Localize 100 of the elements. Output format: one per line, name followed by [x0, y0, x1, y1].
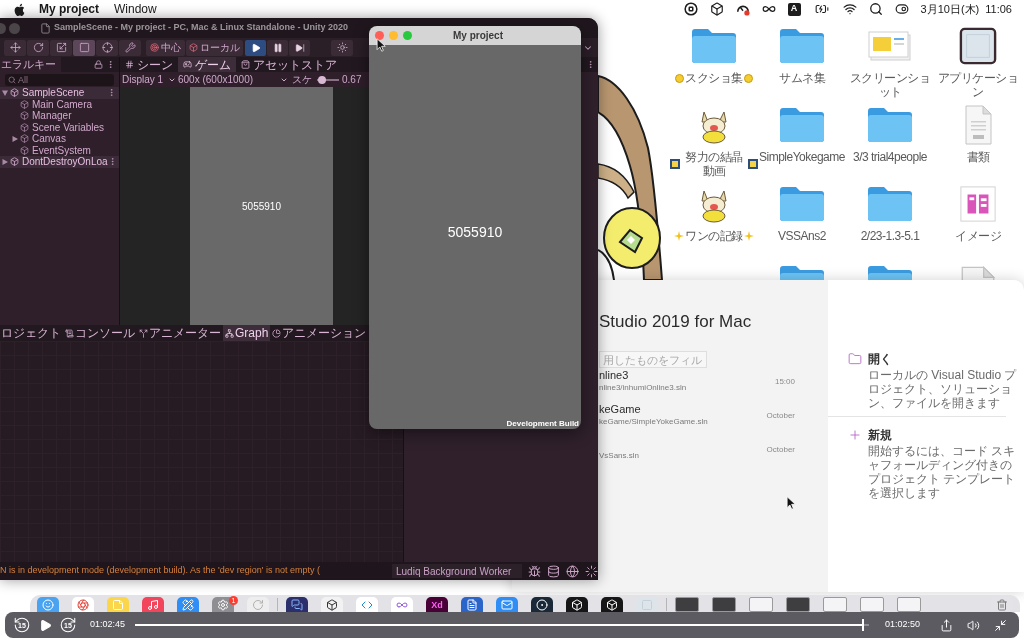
window-thumbnail[interactable]	[786, 597, 810, 612]
folder-icon[interactable]	[780, 29, 824, 63]
window-thumbnail[interactable]	[675, 597, 699, 612]
database-icon[interactable]	[547, 564, 560, 578]
panel-tab[interactable]: アニメーター	[137, 325, 223, 341]
toggles-icon[interactable]	[894, 2, 909, 16]
search-field[interactable]: All	[5, 73, 114, 86]
hierarchy-item[interactable]: Main Camera	[10, 98, 93, 110]
step-button[interactable]	[289, 39, 310, 56]
framed-tile-icon[interactable]	[959, 27, 997, 65]
window-thumbnail[interactable]	[860, 597, 884, 612]
cube-app-icon[interactable]	[321, 597, 343, 612]
gear-app-icon[interactable]	[212, 597, 234, 612]
play-icon[interactable]	[39, 618, 52, 632]
infinity-app-icon[interactable]	[391, 597, 413, 612]
bug-icon[interactable]	[528, 564, 541, 578]
pause-button[interactable]	[267, 39, 288, 56]
clock-text[interactable]: 11:06	[985, 0, 1012, 18]
panel-tab[interactable]: アセットストア	[236, 57, 342, 72]
panel-tab[interactable]: ロジェクト	[0, 325, 63, 341]
disclosure-triangle-icon[interactable]	[2, 89, 8, 96]
project-name[interactable]: nline3	[599, 369, 629, 382]
document-app-icon[interactable]	[461, 597, 483, 612]
globe-icon[interactable]	[566, 564, 579, 578]
knob-app-icon[interactable]	[531, 597, 553, 612]
slider-thumb[interactable]	[317, 75, 326, 84]
lettered-app-tile[interactable]: Xd	[426, 597, 448, 612]
project-name[interactable]: keGame	[599, 403, 641, 416]
seek-bar[interactable]	[135, 619, 869, 631]
music-note-app-icon[interactable]	[142, 597, 164, 612]
chat-bubbles-app-icon[interactable]	[286, 597, 308, 612]
ring-app-icon[interactable]	[72, 597, 94, 612]
collapse-icon[interactable]	[994, 618, 1007, 632]
hierarchy-item[interactable]: Manager	[10, 110, 72, 122]
tool-button[interactable]	[119, 39, 141, 56]
picture-icon	[748, 159, 758, 169]
tool-button[interactable]	[73, 39, 95, 56]
cube-app-icon[interactable]	[601, 597, 623, 612]
seek-handle[interactable]	[861, 619, 864, 631]
hierarchy-item[interactable]: EventSystem	[10, 144, 91, 156]
disclosure-triangle-icon[interactable]	[2, 158, 8, 165]
search-icon[interactable]	[868, 2, 883, 16]
folder-icon[interactable]	[868, 187, 912, 221]
scale-slider[interactable]	[317, 75, 339, 84]
spinner-icon[interactable]	[585, 564, 598, 578]
lighting-button[interactable]	[331, 39, 353, 56]
panel-tab[interactable]: Graph	[223, 325, 271, 341]
window-thumbnail[interactable]	[823, 597, 847, 612]
envelope-app-icon[interactable]	[496, 597, 518, 612]
date-text[interactable]: 3月10日(木)	[920, 0, 980, 18]
resolution-dropdown[interactable]: 600x (600x1000)	[178, 72, 288, 87]
play-button[interactable]	[245, 39, 266, 56]
hierarchy-item[interactable]: Canvas	[10, 133, 66, 145]
cube-app-icon[interactable]	[566, 597, 588, 612]
panel-tab[interactable]: コンソール	[63, 325, 137, 341]
folder-icon[interactable]	[780, 187, 824, 221]
window-thumbnail[interactable]	[712, 597, 736, 612]
cube-icon[interactable]	[709, 2, 724, 16]
window-thumbnail[interactable]	[749, 597, 773, 612]
scene-row[interactable]: DontDestroyOnLoa	[0, 156, 119, 168]
code-app-icon[interactable]	[356, 597, 378, 612]
more-icon[interactable]	[586, 60, 595, 69]
panel-tab[interactable]: ゲーム	[178, 57, 236, 72]
screenshot-thumbnail-icon[interactable]	[868, 31, 912, 61]
pencil-ruler-app-icon[interactable]	[177, 597, 199, 612]
tool-button[interactable]	[50, 39, 72, 56]
action-title[interactable]: 開く	[868, 352, 892, 366]
input-source-indicator[interactable]: A	[787, 2, 801, 16]
volume-icon[interactable]	[967, 618, 980, 632]
hierarchy-item[interactable]: Scene Variables	[10, 121, 105, 133]
menu-item[interactable]: Window	[114, 0, 157, 18]
folder-icon[interactable]	[868, 266, 912, 280]
tool-button[interactable]	[4, 39, 26, 56]
scene-row[interactable]: SampleScene	[0, 87, 119, 99]
app-menu[interactable]: My project	[39, 0, 99, 18]
stop-circle-icon[interactable]	[683, 2, 698, 16]
share-icon[interactable]	[940, 618, 953, 632]
tool-button[interactable]	[96, 39, 118, 56]
disclosure-triangle-icon[interactable]	[12, 135, 18, 142]
space-button[interactable]: ローカル	[186, 39, 243, 56]
tool-button[interactable]	[27, 39, 49, 56]
pivot-button[interactable]: 中心	[146, 39, 185, 56]
folder-icon[interactable]	[692, 29, 736, 63]
window-thumbnail[interactable]	[897, 597, 921, 612]
folder-icon[interactable]	[868, 108, 912, 142]
more-icon[interactable]	[106, 60, 115, 69]
wifi-icon[interactable]	[842, 2, 857, 16]
panel-tab[interactable]: シーン	[120, 57, 178, 72]
image-thumbnail-icon[interactable]	[959, 185, 997, 223]
filter-field[interactable]: 用したものをフィル	[599, 351, 707, 368]
folder-icon[interactable]	[780, 108, 824, 142]
display-dropdown[interactable]: Display 1	[122, 72, 176, 87]
more-icon[interactable]	[107, 88, 116, 98]
lock-icon[interactable]	[94, 60, 103, 69]
apple-icon[interactable]	[14, 2, 25, 16]
panel-tab[interactable]: アニメーション	[270, 325, 369, 341]
panel-tab[interactable]: エラルキー	[0, 57, 61, 72]
action-title[interactable]: 新規	[868, 428, 892, 442]
folder-icon[interactable]	[848, 352, 862, 366]
folder-icon[interactable]	[780, 266, 824, 280]
